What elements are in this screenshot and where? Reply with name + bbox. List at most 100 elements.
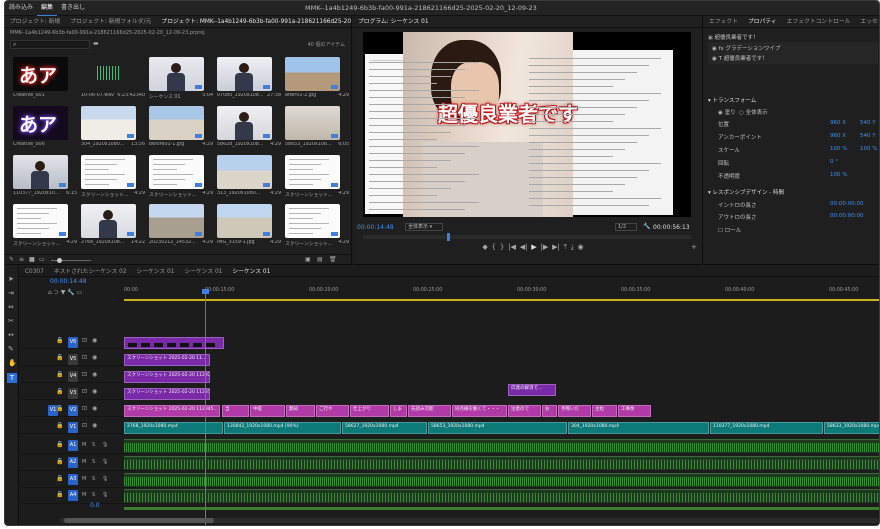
clip-v2-segment[interactable]: お bbox=[542, 405, 557, 417]
tab-effects[interactable]: エフェクト bbox=[704, 16, 743, 27]
track-label[interactable]: V4 bbox=[68, 371, 78, 382]
audio-clip[interactable] bbox=[124, 439, 879, 453]
thumbnail[interactable] bbox=[149, 204, 204, 238]
layer-row-title[interactable]: ◉ T 超優良業者です！ bbox=[712, 54, 768, 62]
ripple-edit-icon[interactable]: ⇔ bbox=[8, 302, 14, 312]
eye-icon[interactable]: ◉ bbox=[712, 46, 717, 52]
lock-icon[interactable]: 🔒 bbox=[56, 421, 63, 431]
lock-icon[interactable]: 🔒 bbox=[56, 387, 63, 397]
transform-row-value-2[interactable]: 540 Y bbox=[860, 120, 876, 126]
lock-icon[interactable]: 🔒 bbox=[56, 474, 63, 484]
fit-select[interactable]: 全体表示 ▾ bbox=[405, 223, 443, 231]
mute-button[interactable]: M bbox=[82, 440, 86, 450]
eye-icon[interactable]: ◉ bbox=[92, 370, 97, 380]
program-playhead[interactable] bbox=[447, 233, 450, 241]
mic-icon[interactable]: 🎙 bbox=[102, 474, 108, 484]
timeline-tab[interactable]: シーケンス 01 bbox=[179, 266, 227, 276]
thumbnail[interactable] bbox=[149, 57, 204, 91]
thumbnail[interactable] bbox=[217, 57, 272, 91]
thumbnail[interactable]: あア bbox=[13, 106, 68, 140]
track-label[interactable]: A4 bbox=[68, 490, 78, 501]
freeform-view-icon[interactable]: ▭ bbox=[39, 255, 45, 265]
clip-v2-segment[interactable]: 同点線を動くて・・・ bbox=[452, 405, 507, 417]
track-label[interactable]: A1 bbox=[68, 440, 78, 451]
sync-icon[interactable]: ⊡ bbox=[82, 404, 87, 414]
trash-icon[interactable]: 🗑 bbox=[329, 255, 337, 265]
marker-icon[interactable]: ▼ bbox=[61, 288, 66, 298]
step-forward-icon[interactable]: |▶ bbox=[541, 242, 549, 252]
transform-row-value-1[interactable]: 100 % bbox=[830, 146, 847, 152]
mic-icon[interactable]: 🎙 bbox=[102, 457, 108, 467]
extract-icon[interactable]: ⤓ bbox=[571, 242, 574, 252]
thumbnail[interactable] bbox=[81, 155, 136, 189]
thumbnail[interactable] bbox=[13, 204, 68, 238]
tab-project-folder[interactable]: プロジェクト: 新規フォルダ/元 bbox=[65, 16, 156, 27]
sync-icon[interactable]: ⊡ bbox=[82, 387, 87, 397]
wrench-icon[interactable]: 🔧 bbox=[643, 222, 650, 232]
transform-row-value-1[interactable]: 960 X bbox=[830, 120, 846, 126]
new-item-icon[interactable]: ▣ bbox=[305, 255, 311, 265]
transform-row-value-1[interactable]: 960 X bbox=[830, 133, 846, 139]
solo-button[interactable]: S bbox=[92, 474, 95, 484]
clip-v1[interactable]: 304_1920x1080.mp4 bbox=[568, 422, 709, 434]
sync-icon[interactable]: ⊡ bbox=[82, 370, 87, 380]
go-to-in-icon[interactable]: |◀ bbox=[508, 242, 516, 252]
clip-v2-segment[interactable]: 工事余 bbox=[618, 405, 651, 417]
eye-icon[interactable]: ◉ bbox=[92, 353, 97, 363]
snap-icon[interactable]: ⌂ bbox=[48, 288, 52, 298]
program-timecode[interactable]: 00:00:14:48 bbox=[357, 224, 394, 231]
eye-icon[interactable]: ◉ bbox=[92, 336, 97, 346]
track-label[interactable]: A2 bbox=[68, 457, 78, 468]
solo-button[interactable]: S bbox=[92, 490, 95, 500]
source-patch-v1[interactable]: V1 bbox=[48, 405, 58, 416]
thumbnail[interactable] bbox=[81, 204, 136, 238]
intro-value[interactable]: 00:00:00:00 bbox=[830, 201, 864, 207]
sync-icon[interactable]: ⊡ bbox=[82, 421, 87, 431]
type-tool-icon[interactable]: T bbox=[7, 373, 17, 383]
marker-icon[interactable]: ◆ bbox=[482, 242, 487, 252]
program-frame[interactable]: 超優良業者です bbox=[363, 32, 691, 217]
audio-clip[interactable] bbox=[124, 456, 879, 470]
thumbnail[interactable]: あア bbox=[13, 57, 68, 91]
tab-effect-controls[interactable]: エフェクトコントロール bbox=[782, 16, 856, 27]
responsive-header[interactable]: ▾ レスポンシブデザイン - 時間 bbox=[708, 188, 784, 196]
add-button-icon[interactable]: + bbox=[691, 242, 697, 252]
captions-icon[interactable]: ▭ bbox=[77, 288, 83, 298]
clip-v1[interactable]: 110377_1920x1080.mp4 bbox=[710, 422, 823, 434]
eye-icon[interactable]: ◉ bbox=[92, 387, 97, 397]
scrollbar-thumb[interactable] bbox=[64, 518, 214, 523]
timeline-tab[interactable]: シーケンス 01 bbox=[227, 266, 275, 276]
menu-import[interactable]: 読み込み bbox=[5, 1, 37, 15]
overlay-title-text[interactable]: 超優良業者です bbox=[438, 98, 578, 127]
mute-button[interactable]: M bbox=[82, 457, 86, 467]
thumbnail[interactable] bbox=[285, 57, 340, 91]
lift-icon[interactable]: ⤒ bbox=[564, 242, 567, 252]
transform-row-value-1[interactable]: 100 % bbox=[830, 172, 847, 178]
playhead-handle[interactable] bbox=[202, 289, 209, 294]
clip-v2-segment[interactable]: 仕上がり bbox=[350, 405, 389, 417]
mute-button[interactable]: M bbox=[82, 474, 86, 484]
program-scrubber[interactable] bbox=[363, 233, 691, 241]
tab-properties[interactable]: プロパティ bbox=[743, 16, 782, 27]
clip-v2-segment[interactable]: 主粒 bbox=[592, 405, 617, 417]
thumbnail[interactable] bbox=[217, 204, 272, 238]
clip-v3[interactable]: スクリーンショット 2025-02-20 112859... bbox=[124, 388, 210, 400]
zoom-slider-handle[interactable] bbox=[57, 258, 62, 263]
track-label[interactable]: V3 bbox=[68, 388, 78, 399]
clip-v5[interactable]: スクリーンショット 2025-02-20 11... bbox=[124, 354, 210, 366]
clip-v1[interactable]: 58627_1920x1080.mp4 bbox=[342, 422, 427, 434]
clip-v2-segment[interactable]: ご行や bbox=[316, 405, 349, 417]
lock-icon[interactable]: 🔒 bbox=[56, 490, 63, 500]
hand-icon[interactable]: ✋ bbox=[8, 358, 17, 368]
clip-v2-segment[interactable]: 先読み可能 bbox=[408, 405, 451, 417]
tab-project-main[interactable]: プロジェクト: MMK--1a4b1249-6b3b-fa00-991a-218… bbox=[156, 16, 351, 27]
mute-button[interactable]: M bbox=[82, 490, 86, 500]
thumbnail[interactable] bbox=[285, 155, 340, 189]
track-label[interactable]: V2 bbox=[68, 405, 78, 416]
transform-row-value-1[interactable]: 0 ° bbox=[830, 159, 838, 165]
timeline-tab[interactable]: C0307 bbox=[20, 266, 49, 276]
pen-icon[interactable]: ✎ bbox=[8, 344, 14, 354]
clip-v2-segment[interactable]: 中提 bbox=[250, 405, 285, 417]
thumbnail[interactable] bbox=[285, 106, 340, 140]
transform-header[interactable]: ▾ トランスフォーム bbox=[708, 96, 756, 104]
